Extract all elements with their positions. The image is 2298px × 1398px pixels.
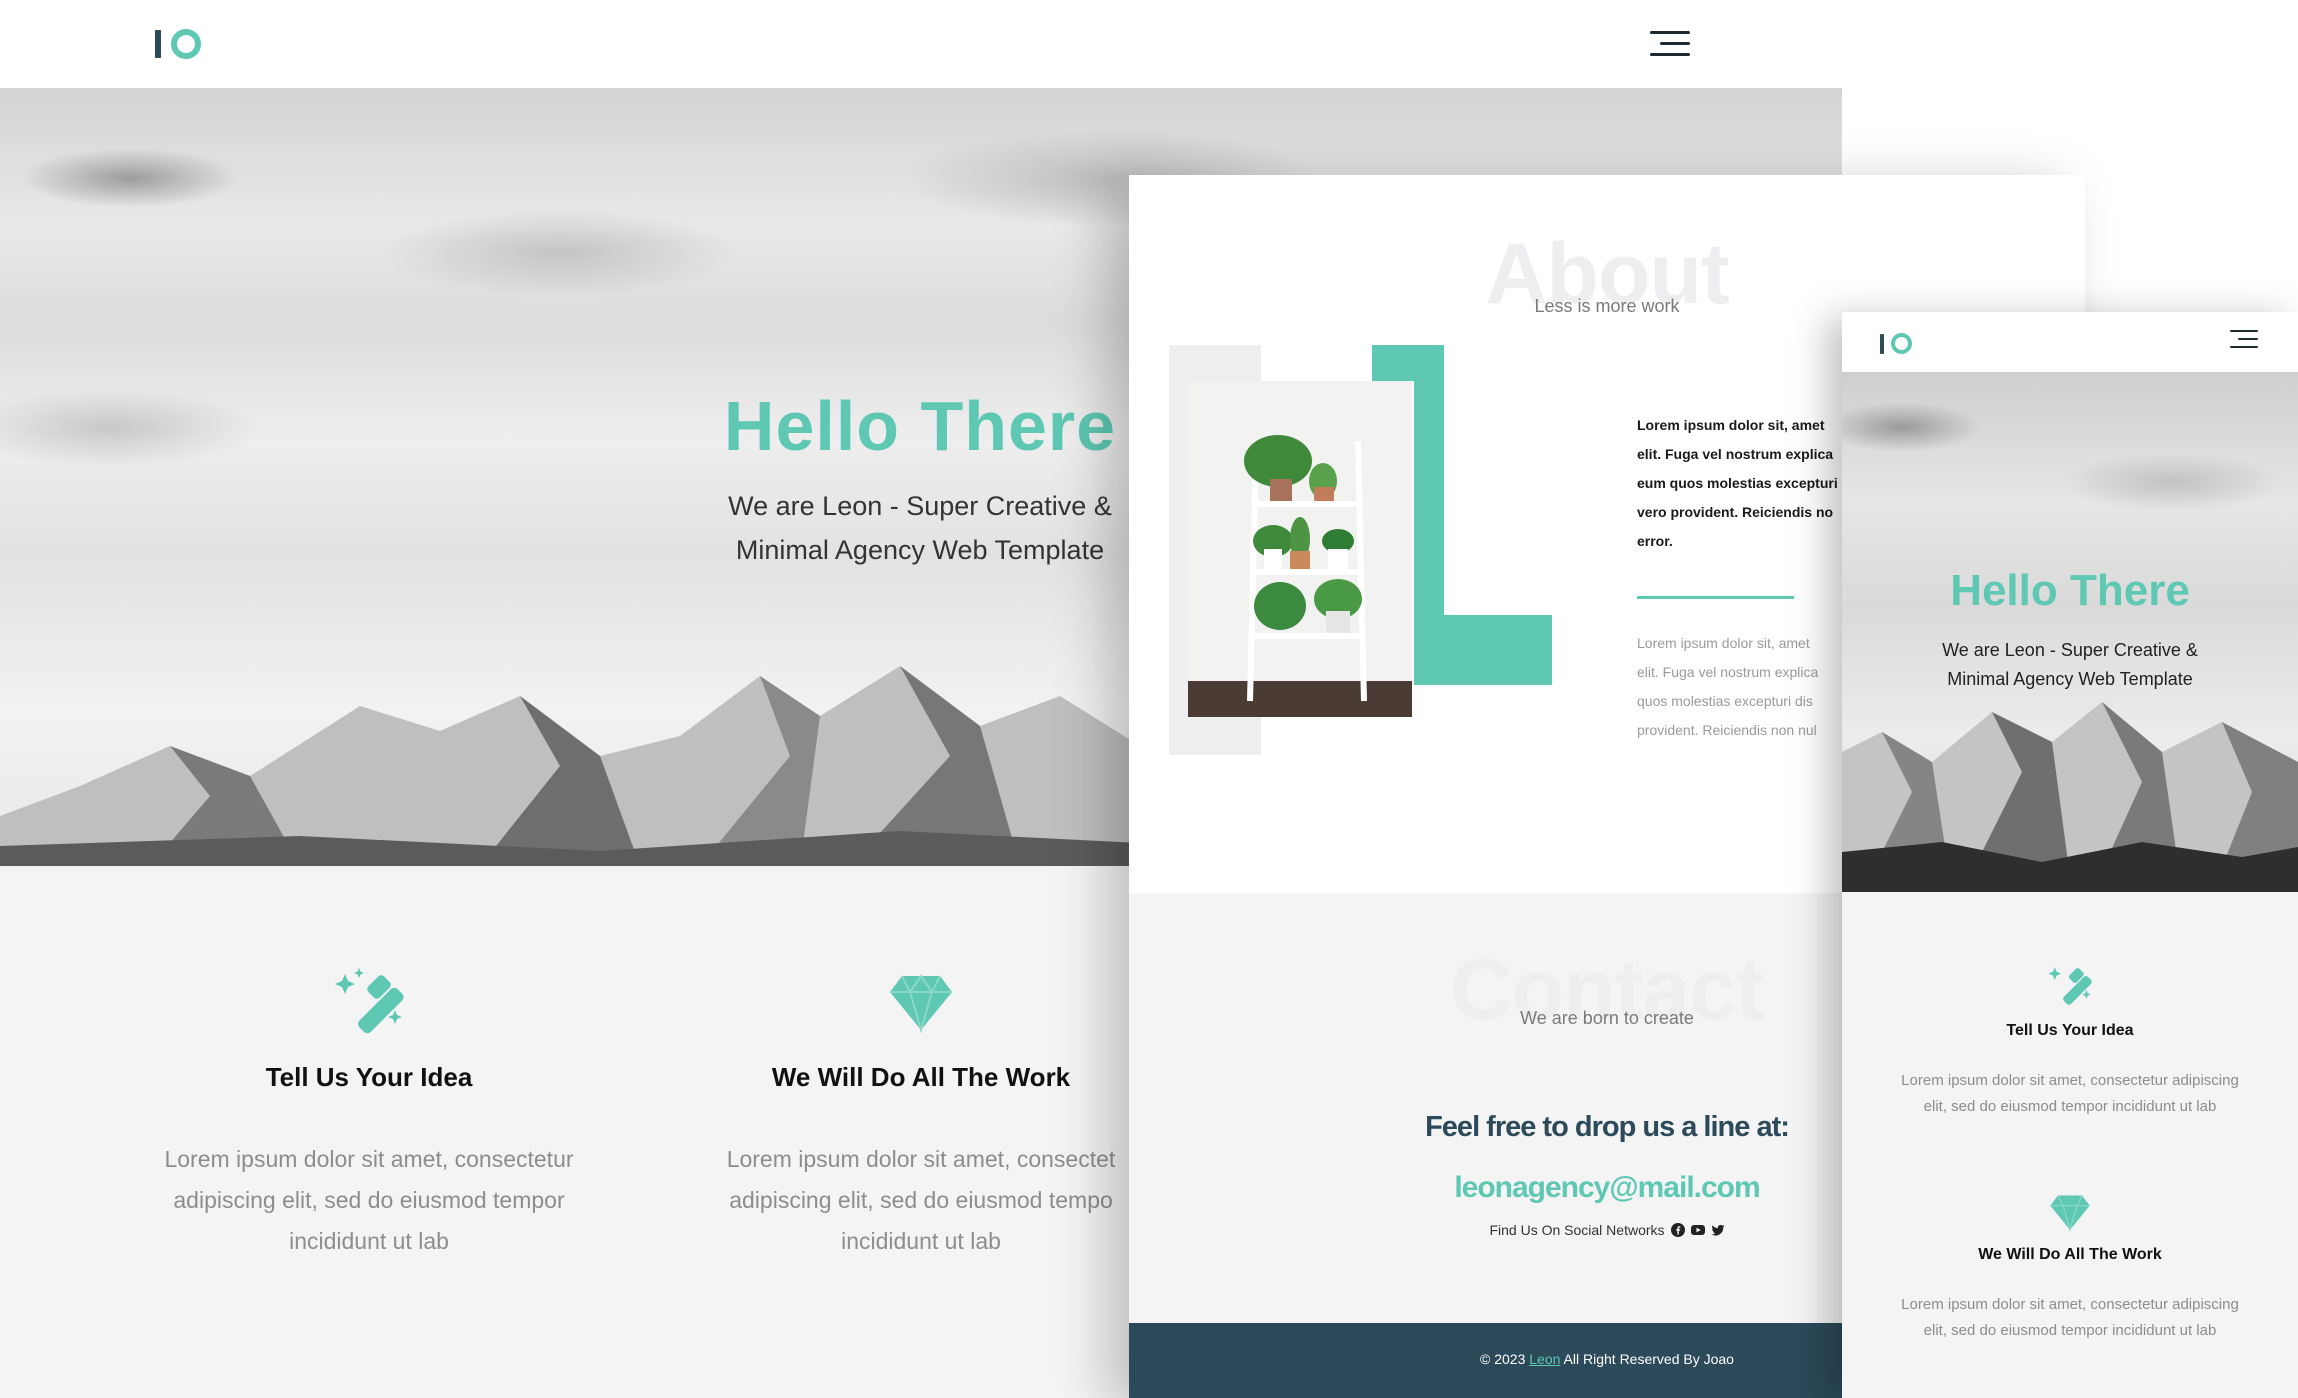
twitter-icon[interactable] <box>1711 1223 1725 1237</box>
hero-subtitle-line: Minimal Agency Web Template <box>735 535 1105 565</box>
feature-text: Lorem ipsum dolor sit amet, consectetur … <box>1870 1292 2270 1344</box>
feature-text: Lorem ipsum dolor sit amet, consectetur … <box>109 1139 629 1262</box>
magic-wand-icon <box>335 968 404 1034</box>
hero-subtitle-line: We are Leon - Super Creative & <box>728 491 1112 521</box>
about-text-line: elit. Fuga vel nostrum explica <box>1637 664 1819 680</box>
diamond-icon <box>2050 1195 2090 1232</box>
feature-title: Tell Us Your Idea <box>265 1062 473 1092</box>
mobile-features: Tell Us Your Idea Lorem ipsum dolor sit … <box>1842 892 2298 1398</box>
feature-text: Lorem ipsum dolor sit amet, consectetur … <box>1870 1068 2270 1120</box>
feature-title: Tell Us Your Idea <box>2006 1022 2134 1039</box>
facebook-icon[interactable] <box>1670 1223 1685 1237</box>
feature-text-line: Lorem ipsum dolor sit amet, consectetur … <box>1901 1296 2239 1313</box>
feature-text-line: incididunt ut lab <box>841 1228 1001 1254</box>
cloud <box>380 208 740 298</box>
site-logo[interactable] <box>155 29 201 59</box>
footer-prefix: © 2023 <box>1480 1351 1526 1367</box>
hero-subtitle: We are Leon - Super Creative & Minimal A… <box>660 484 1180 572</box>
feature-text-line: Lorem ipsum dolor sit amet, consectet <box>726 1146 1116 1172</box>
diamond-icon <box>890 974 952 1034</box>
about-text-line: error. <box>1637 533 1673 549</box>
about-text-line: Lorem ipsum dolor sit, amet <box>1637 417 1825 433</box>
hamburger-menu-icon[interactable] <box>1650 31 1690 56</box>
hero-subtitle: We are Leon - Super Creative & Minimal A… <box>1902 636 2238 694</box>
cloud <box>1842 402 1982 452</box>
plant-shelf-image <box>1188 381 1412 717</box>
footer-brand-link[interactable]: Leon <box>1529 1351 1560 1367</box>
hero-title: Hello There <box>1950 566 2190 615</box>
about-text-line: quos molestias excepturi dis <box>1637 693 1813 709</box>
about-light-text: Lorem ipsum dolor sit, amet elit. Fuga v… <box>1637 629 1867 745</box>
feature-text-line: Lorem ipsum dolor sit amet, consectetur <box>164 1146 574 1172</box>
hamburger-menu-icon[interactable] <box>2230 330 2258 348</box>
social-label: Find Us On Social Networks <box>1489 1222 1665 1238</box>
youtube-icon[interactable] <box>1690 1223 1705 1237</box>
feature-card: We Will Do All The Work Lorem ipsum dolo… <box>661 966 1181 1262</box>
feature-card: Tell Us Your Idea Lorem ipsum dolor sit … <box>109 966 629 1262</box>
feature-text-line: Lorem ipsum dolor sit amet, consectetur … <box>1901 1072 2239 1089</box>
hero-subtitle-line: We are Leon - Super Creative & <box>1942 640 2198 660</box>
feature-text-line: elit, sed do eiusmod tempor incididunt u… <box>1923 1098 2217 1115</box>
plant-shelf-illustration <box>1188 381 1412 717</box>
feature-title: We Will Do All The Work <box>771 1062 1071 1092</box>
magic-wand-icon <box>2048 967 2092 1005</box>
feature-title: We Will Do All The Work <box>1978 1246 2162 1263</box>
feature-text-line: adipiscing elit, sed do eiusmod tempor <box>173 1187 565 1213</box>
feature-text: Lorem ipsum dolor sit amet, consectet ad… <box>661 1139 1181 1262</box>
about-text-line: vero provident. Reiciendis no <box>1637 504 1834 520</box>
about-text-line: elit. Fuga vel nostrum explica <box>1637 446 1834 462</box>
feature-text-line: elit, sed do eiusmod tempor incididunt u… <box>1923 1322 2217 1339</box>
about-bold-text: Lorem ipsum dolor sit, amet elit. Fuga v… <box>1637 411 1867 556</box>
mobile-navbar <box>1842 312 2298 372</box>
about-text-line: Lorem ipsum dolor sit, amet <box>1637 635 1810 651</box>
feature-card: Tell Us Your Idea Lorem ipsum dolor sit … <box>1842 962 2298 1120</box>
mobile-hero: Hello There We are Leon - Super Creative… <box>1842 372 2298 892</box>
desktop-navbar <box>0 0 1842 88</box>
cloud <box>0 388 260 468</box>
mobile-mockup: Hello There We are Leon - Super Creative… <box>1842 312 2298 1398</box>
site-logo[interactable] <box>1880 333 1912 354</box>
cloud <box>2062 452 2282 512</box>
footer-suffix: All Right Reserved By Joao <box>1563 1351 1734 1367</box>
about-text-line: eum quos molestias excepturi <box>1637 475 1838 491</box>
feature-text-line: adipiscing elit, sed do eiusmod tempo <box>729 1187 1113 1213</box>
feature-card: We Will Do All The Work Lorem ipsum dolo… <box>1842 1192 2298 1344</box>
hero-subtitle-line: Minimal Agency Web Template <box>1947 669 2193 689</box>
feature-text-line: incididunt ut lab <box>289 1228 449 1254</box>
about-text-line: provident. Reiciendis non nul <box>1637 722 1817 738</box>
accent-divider <box>1637 596 1794 599</box>
cloud <box>20 148 240 208</box>
mountain-range <box>1842 702 2298 892</box>
